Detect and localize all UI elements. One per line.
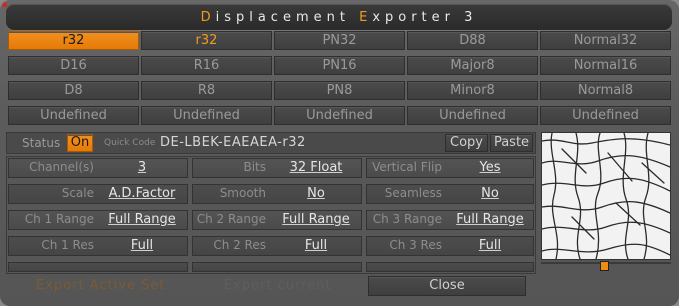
- paste-button[interactable]: Paste: [490, 134, 533, 152]
- ch1-range-label: Ch 1 Range: [24, 212, 94, 226]
- vertical-flip-value[interactable]: Yes: [446, 159, 534, 177]
- preset-button-r4-c2[interactable]: Undefined: [141, 106, 272, 125]
- ch3-range-value[interactable]: Full Range: [446, 211, 534, 229]
- preset-button-r3-c2[interactable]: R8: [141, 81, 272, 100]
- preset-button-r1-c2[interactable]: r32: [141, 31, 272, 50]
- ch3-res-label: Ch 3 Res: [389, 238, 442, 252]
- preset-button-r3-c1[interactable]: D8: [8, 81, 139, 100]
- ch1-range-value[interactable]: Full Range: [98, 211, 186, 229]
- scale-value[interactable]: A.D.Factor: [98, 185, 186, 203]
- copy-button[interactable]: Copy: [445, 134, 488, 152]
- smooth-label: Smooth: [219, 186, 266, 200]
- seamless-value[interactable]: No: [446, 185, 534, 203]
- displacement-preview: [541, 132, 671, 260]
- ch1-res-value[interactable]: Full: [98, 237, 186, 255]
- title-part: isplacement: [215, 10, 360, 25]
- close-button[interactable]: Close: [368, 276, 526, 296]
- title-part: xporter 3: [372, 10, 478, 25]
- preset-button-r2-c1[interactable]: D16: [8, 56, 139, 75]
- ch2-res-value[interactable]: Full: [272, 237, 360, 255]
- preset-button-r3-c4[interactable]: Minor8: [407, 81, 538, 100]
- status-toggle[interactable]: On: [67, 134, 93, 152]
- seamless-label: Seamless: [384, 186, 442, 200]
- channels-label: Channel(s): [29, 160, 94, 174]
- preset-button-r1-c3[interactable]: PN32: [274, 31, 405, 50]
- preset-button-r4-c1[interactable]: Undefined: [8, 106, 139, 125]
- export-active-set-button[interactable]: Export Active Set: [36, 278, 165, 293]
- ch2-range-label: Ch 2 Range: [196, 212, 266, 226]
- preset-button-r3-c3[interactable]: PN8: [274, 81, 405, 100]
- title-part: E: [359, 10, 373, 25]
- export-current-button[interactable]: Export current: [224, 278, 332, 293]
- ch3-range-label: Ch 3 Range: [372, 212, 442, 226]
- ch3-res-value[interactable]: Full: [446, 237, 534, 255]
- preview-slider-handle[interactable]: [600, 261, 609, 271]
- preset-button-r1-c4[interactable]: D88: [407, 31, 538, 50]
- status-label: Status: [22, 136, 61, 150]
- preset-button-r1-c1[interactable]: r32: [8, 31, 139, 50]
- preset-button-r3-c5[interactable]: Normal8: [540, 81, 671, 100]
- window-title: Displacement Exporter 3: [6, 10, 672, 25]
- ch2-res-label: Ch 2 Res: [213, 238, 266, 252]
- quick-code-label: Quick Code: [104, 138, 156, 148]
- preset-button-r1-c5[interactable]: Normal32: [540, 31, 671, 50]
- scale-label: Scale: [61, 186, 94, 200]
- quick-code-field[interactable]: DE-LBEK-EAEAEA-r32: [160, 135, 306, 150]
- title-bar[interactable]: Displacement Exporter 3: [6, 4, 672, 30]
- preset-button-r2-c5[interactable]: Normal16: [540, 56, 671, 75]
- channels-value[interactable]: 3: [98, 159, 186, 177]
- column2-empty-row: [192, 262, 362, 272]
- ch1-res-label: Ch 1 Res: [41, 238, 94, 252]
- smooth-value[interactable]: No: [272, 185, 360, 203]
- preset-button-r4-c5[interactable]: Undefined: [540, 106, 671, 125]
- preset-button-r4-c3[interactable]: Undefined: [274, 106, 405, 125]
- title-part: D: [200, 10, 216, 25]
- column3-empty-row: [366, 262, 534, 272]
- preview-crack-pattern-icon: [542, 133, 670, 259]
- column1-empty-row: [8, 262, 188, 272]
- preset-button-r4-c4[interactable]: Undefined: [407, 106, 538, 125]
- close-dot-icon[interactable]: [3, 3, 7, 7]
- preset-button-r2-c3[interactable]: PN16: [274, 56, 405, 75]
- displacement-exporter-window: Displacement Exporter 3 r32 r32 PN32 D88 Nor…: [0, 0, 679, 306]
- preset-button-r2-c2[interactable]: R16: [141, 56, 272, 75]
- bits-label: Bits: [243, 160, 266, 174]
- vertical-flip-label: Vertical Flip: [372, 160, 442, 174]
- bits-value[interactable]: 32 Float: [272, 159, 360, 177]
- preset-button-r2-c4[interactable]: Major8: [407, 56, 538, 75]
- ch2-range-value[interactable]: Full Range: [272, 211, 360, 229]
